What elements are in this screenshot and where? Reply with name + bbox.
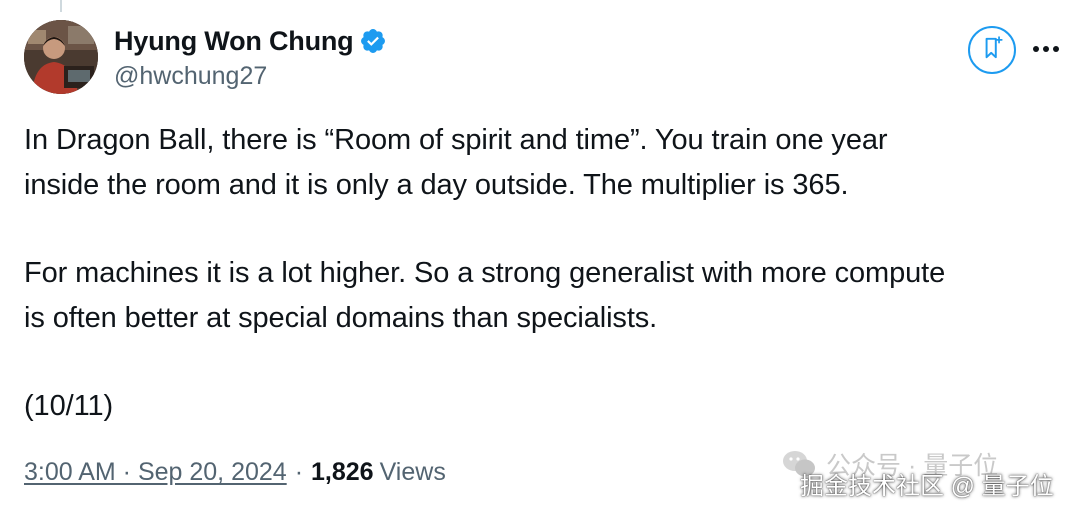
more-options-button[interactable] xyxy=(1028,32,1064,68)
tweet-paragraph: For machines it is a lot higher. So a st… xyxy=(24,257,946,334)
display-name-row: Hyung Won Chung xyxy=(114,22,387,60)
verified-badge-icon[interactable] xyxy=(359,27,387,55)
author-handle[interactable]: @hwchung27 xyxy=(114,62,387,91)
views-count: 1,826 xyxy=(311,458,374,486)
tweet-timestamp-link[interactable]: 3:00 AM · Sep 20, 2024 xyxy=(24,458,287,487)
more-horizontal-icon xyxy=(1031,41,1061,59)
tweet-text: In Dragon Ball, there is “Room of spirit… xyxy=(24,118,1054,429)
grok-button[interactable] xyxy=(968,26,1016,74)
tweet-header: Hyung Won Chung @hwchung27 xyxy=(24,20,1064,96)
meta-separator: · xyxy=(294,458,304,486)
thread-connector-line xyxy=(60,0,62,12)
tweet-paragraph: In Dragon Ball, there is “Room of spirit… xyxy=(24,124,888,201)
tweet-meta: 3:00 AM · Sep 20, 2024 · 1,826 Views xyxy=(24,458,446,487)
watermark-bottom-text: 掘金技术社区 @ 量子位 xyxy=(800,473,1054,500)
avatar[interactable] xyxy=(24,20,98,94)
author-display-name[interactable]: Hyung Won Chung xyxy=(114,26,354,57)
grok-bookmark-icon xyxy=(979,35,1005,66)
views-label: Views xyxy=(379,458,446,486)
author-names: Hyung Won Chung @hwchung27 xyxy=(114,22,387,91)
tweet-paragraph: (10/11) xyxy=(24,390,114,422)
